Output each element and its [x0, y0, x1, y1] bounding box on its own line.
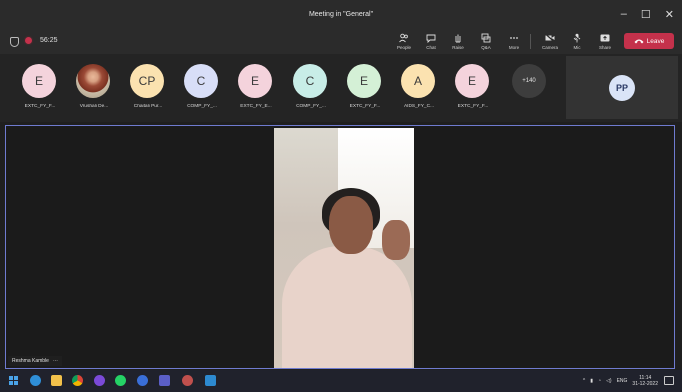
share-label: Share	[598, 44, 611, 50]
avatar: CP	[130, 64, 164, 98]
chevron-up-icon[interactable]: ^	[583, 378, 585, 384]
chrome-icon[interactable]	[72, 375, 83, 386]
recording-icon	[25, 37, 32, 44]
teams-icon[interactable]	[159, 375, 170, 386]
window-controls: – ☐ ✕	[621, 0, 674, 28]
clock[interactable]: 11:14 31-12-2022	[632, 375, 658, 387]
people-label: People	[396, 44, 411, 50]
app-icon[interactable]	[205, 375, 216, 386]
more-button[interactable]: More	[500, 29, 528, 53]
people-button[interactable]: People	[390, 29, 418, 53]
avatar	[76, 64, 110, 98]
avatar: C	[293, 64, 327, 98]
app-icon[interactable]	[94, 375, 105, 386]
more-participants-button[interactable]: +140	[512, 64, 546, 98]
avatar: E	[455, 64, 489, 98]
leave-button[interactable]: Leave	[624, 33, 674, 49]
participant-name: EXTC_FY_F...	[349, 104, 381, 109]
system-tray: ^ ▮ ◔ ◁) ENG 11:14 31-12-2022	[583, 375, 658, 387]
notification-icon[interactable]	[664, 376, 674, 385]
clock-date: 31-12-2022	[632, 381, 658, 387]
network-icon[interactable]: ◔	[598, 378, 601, 384]
participant-name: Chaitali Pur...	[133, 104, 163, 109]
participant-tile[interactable]: CP Chaitali Pur...	[122, 64, 174, 114]
qa-label: Q&A	[481, 44, 491, 50]
speaker-options-button[interactable]: ···	[53, 358, 58, 364]
app-icon[interactable]	[137, 375, 148, 386]
mic-icon	[572, 33, 582, 42]
speaker-video	[274, 128, 414, 368]
participant-tile[interactable]: E EXTC_FY_F...	[14, 64, 66, 114]
participant-tile[interactable]: A AIDS_FY_C...	[393, 64, 445, 114]
file-explorer-icon[interactable]	[51, 375, 62, 386]
mic-label: Mic	[573, 44, 581, 50]
participant-name: EXTC_FY_F...	[24, 104, 56, 109]
avatar: C	[184, 64, 218, 98]
chat-button[interactable]: Chat	[417, 29, 445, 53]
qa-icon	[481, 33, 491, 42]
avatar: E	[347, 64, 381, 98]
participant-tile[interactable]: C COMP_FY_...	[285, 64, 337, 114]
share-icon	[600, 34, 610, 41]
participant-tile[interactable]: E EXTC_FY_F...	[447, 64, 499, 114]
participant-tile[interactable]: E EXTC_FY_F...	[339, 64, 391, 114]
self-view-tile[interactable]: PP	[566, 56, 678, 119]
edge-icon[interactable]	[30, 375, 41, 386]
speaker-name-tag: Reshma Kamble ···	[8, 356, 62, 366]
camera-icon	[545, 33, 555, 42]
participant-name: EXTC_FY_E...	[240, 104, 272, 109]
camera-button[interactable]: Camera	[536, 29, 564, 53]
whatsapp-icon[interactable]	[115, 375, 126, 386]
more-icon	[510, 36, 518, 39]
raise-hand-icon	[455, 34, 461, 42]
windows-icon[interactable]	[8, 375, 19, 386]
share-button[interactable]: Share	[591, 29, 619, 53]
volume-icon[interactable]: ◁)	[606, 378, 612, 384]
speaker-name: Reshma Kamble	[12, 358, 49, 364]
avatar: A	[401, 64, 435, 98]
participant-name: AIDS_FY_C...	[403, 104, 435, 109]
participant-name: EXTC_FY_F...	[457, 104, 489, 109]
self-avatar: PP	[609, 75, 635, 101]
main-stage	[5, 125, 675, 369]
video-person	[329, 196, 373, 254]
app-icon[interactable]	[182, 375, 193, 386]
toolbar-divider	[530, 34, 531, 49]
participant-name: Vrushali De...	[79, 104, 109, 109]
participant-tile[interactable]: E EXTC_FY_E...	[230, 64, 282, 114]
participant-name: COMP_FY_...	[187, 104, 217, 109]
maximize-button[interactable]: ☐	[641, 8, 651, 21]
chat-label: Chat	[426, 44, 436, 50]
meeting-timer: 56:25	[40, 37, 58, 44]
raise-hand-button[interactable]: Raise	[444, 29, 472, 53]
participant-tile[interactable]: C COMP_FY_...	[176, 64, 228, 114]
more-label: More	[508, 44, 520, 50]
chat-icon	[426, 34, 436, 43]
window-title: Meeting in "General"	[308, 10, 374, 18]
taskbar: ^ ▮ ◔ ◁) ENG 11:14 31-12-2022	[0, 370, 682, 392]
video-person	[282, 246, 412, 368]
video-person	[382, 220, 410, 260]
close-button[interactable]: ✕	[665, 8, 674, 21]
participant-tile[interactable]: Vrushali De...	[68, 64, 120, 114]
avatar: E	[238, 64, 272, 98]
raise-hand-label: Raise	[452, 44, 464, 50]
people-icon	[399, 33, 408, 42]
leave-label: Leave	[646, 37, 665, 45]
shield-icon	[10, 37, 19, 47]
mic-button[interactable]: Mic	[563, 29, 591, 53]
phone-hangup-icon	[634, 39, 644, 44]
participant-name: COMP_FY_...	[296, 104, 326, 109]
qa-button[interactable]: Q&A	[472, 29, 500, 53]
meeting-toolbar: 56:25 People Chat Raise Q&A More Camera …	[0, 28, 682, 54]
minimize-button[interactable]: –	[621, 8, 627, 20]
battery-icon[interactable]: ▮	[590, 378, 593, 384]
language-indicator[interactable]: ENG	[617, 378, 628, 384]
title-bar: Meeting in "General" – ☐ ✕	[0, 0, 682, 28]
avatar: E	[22, 64, 56, 98]
camera-label: Camera	[541, 44, 558, 50]
